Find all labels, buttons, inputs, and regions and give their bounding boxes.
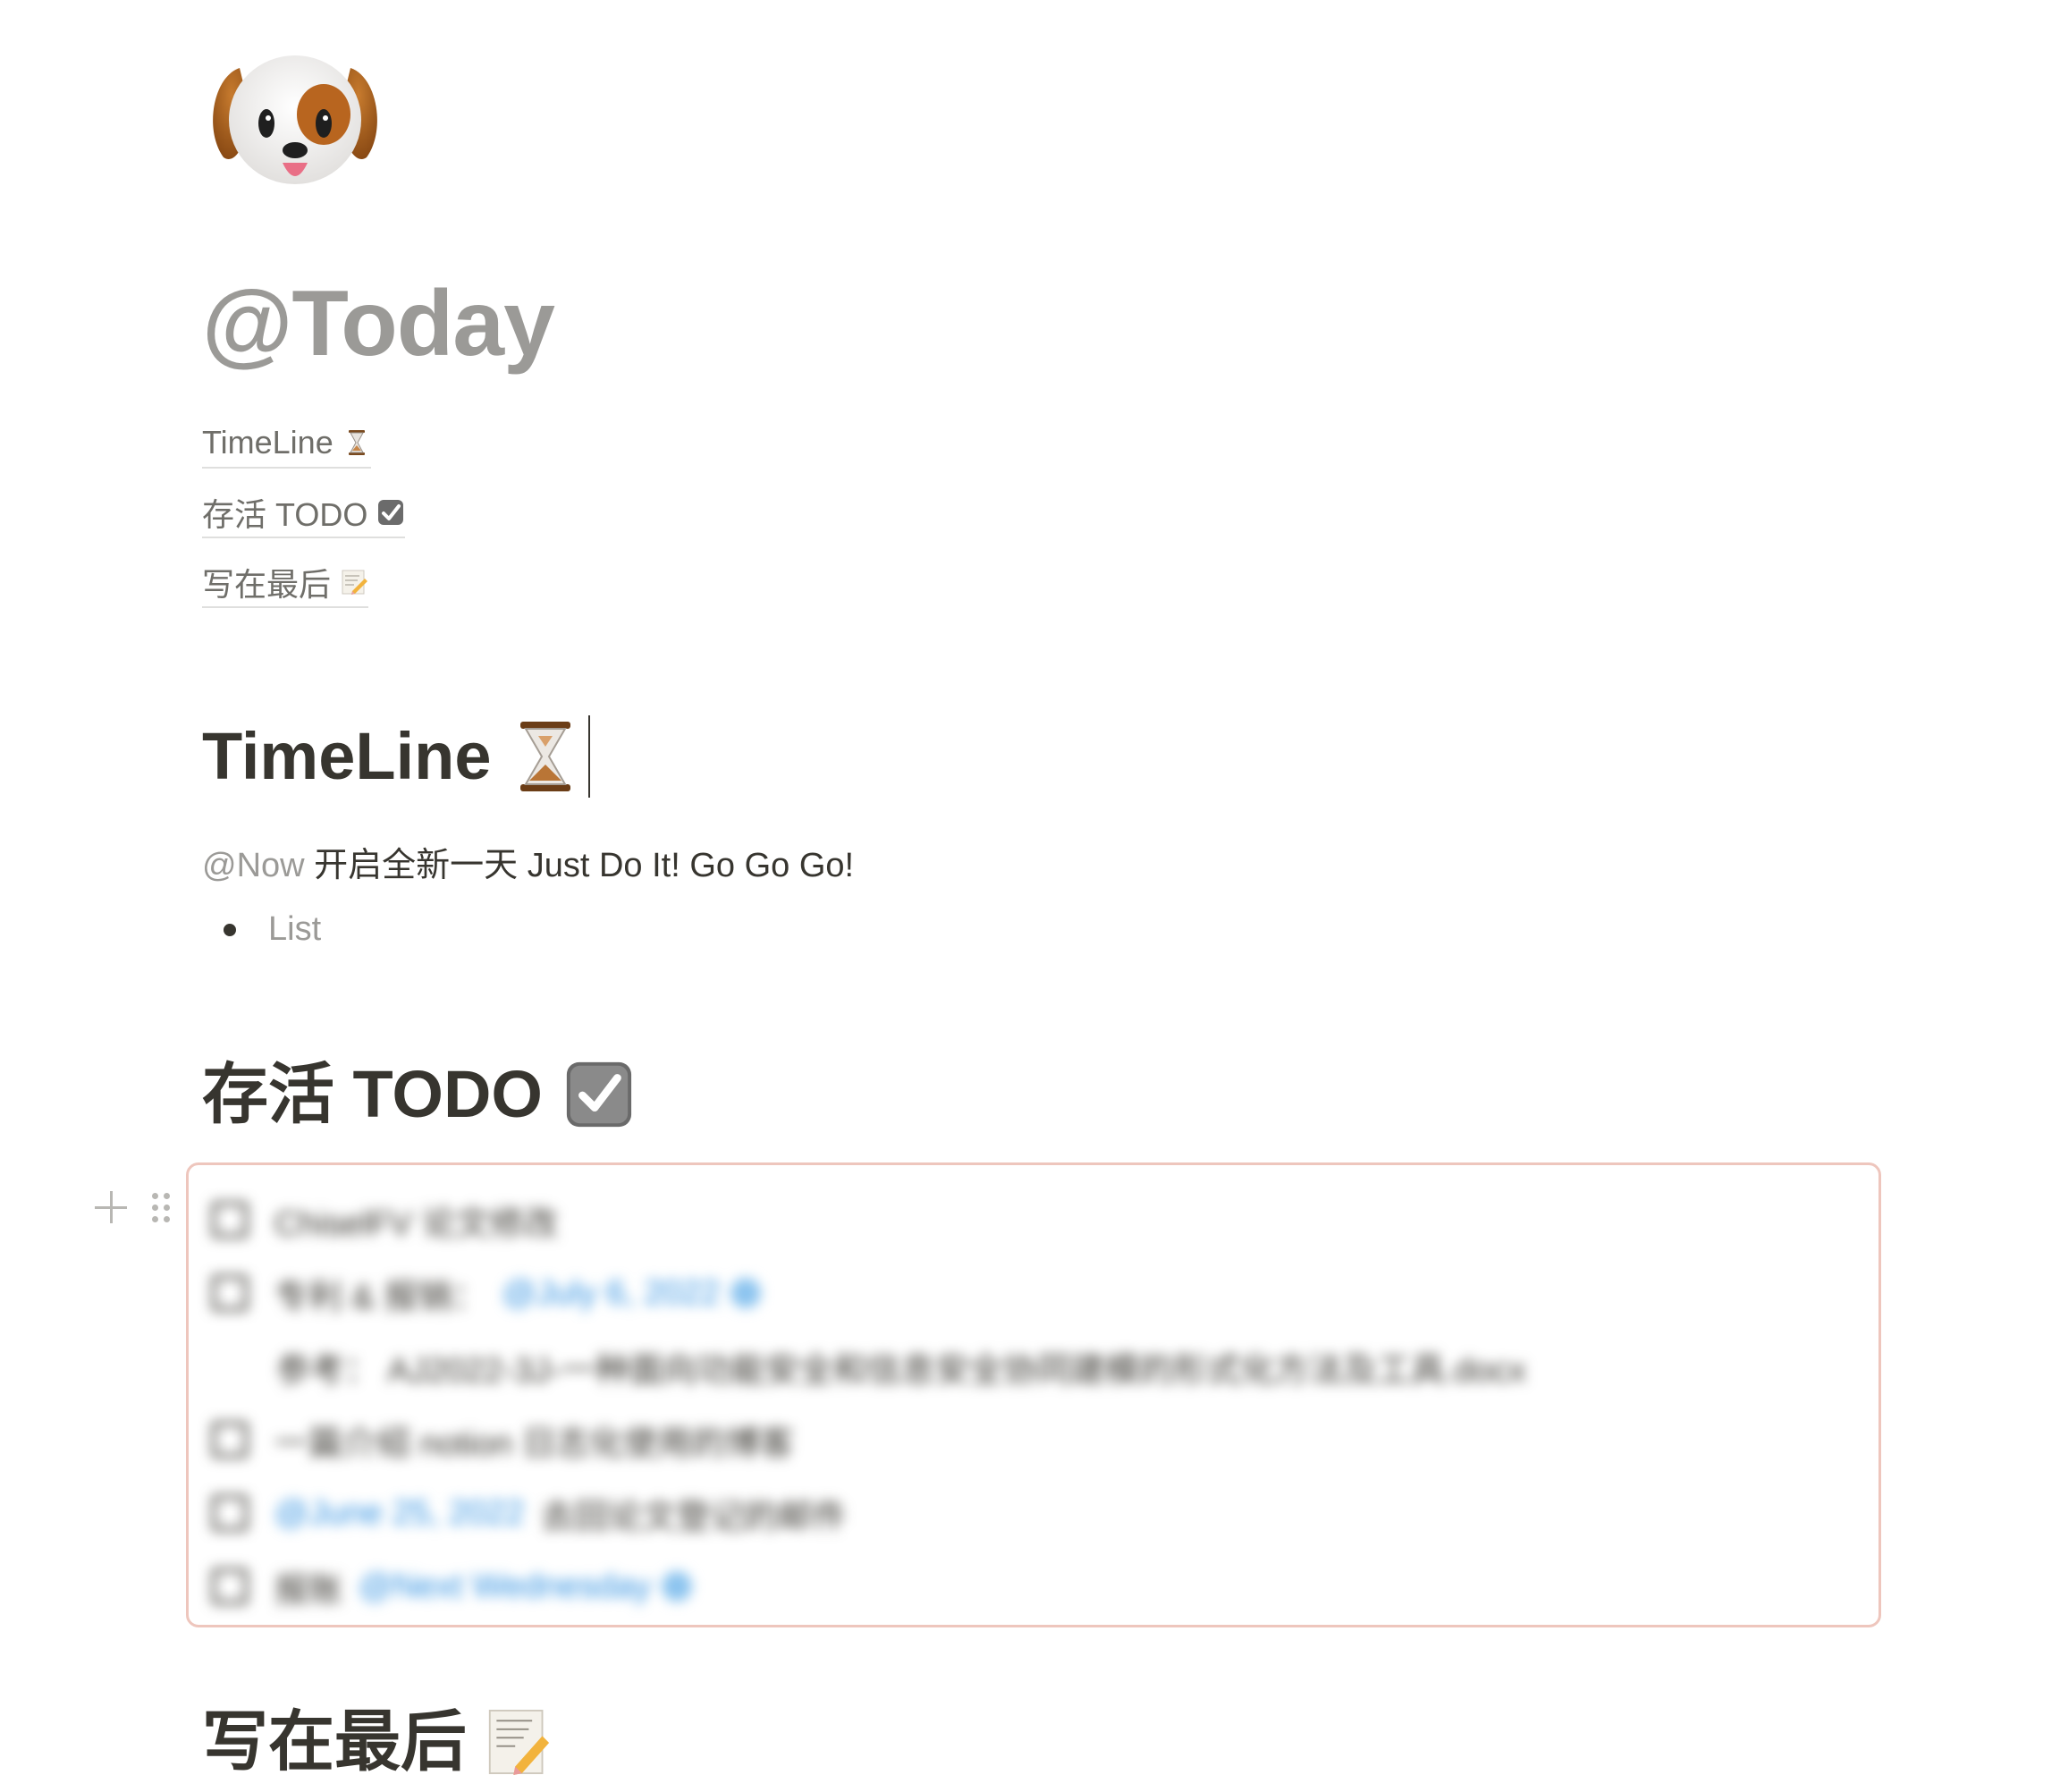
todo-note[interactable]: 参考： AJ2022-3J-一种面向功能安全和信息安全协同建模的形式化方法及工具… (212, 1330, 1861, 1403)
paragraph-text: 开启全新一天 Just Do It! Go Go Go! (304, 847, 855, 884)
heading-text: TimeLine (202, 718, 492, 793)
todo-item[interactable]: @June 25, 2022 去回论文登记的邮件 (212, 1476, 1861, 1550)
checkbox[interactable] (212, 1495, 248, 1531)
toc-link-label: 存活 TODO (202, 496, 368, 533)
hourglass-icon (519, 722, 570, 791)
todo-text: 参考： AJ2022-3J-一种面向功能安全和信息安全协同建模的形式化方法及工具… (276, 1351, 1526, 1390)
date-mention[interactable]: @July 6, 2022 (502, 1274, 720, 1313)
checkbox[interactable] (212, 1202, 248, 1238)
todo-text: 报账 (274, 1571, 343, 1610)
memo-icon (342, 570, 368, 595)
todo-item[interactable]: 报账 @Next Wednesday (212, 1550, 1861, 1623)
reminder-icon (662, 1571, 693, 1602)
list-item[interactable]: List (202, 910, 321, 949)
table-of-contents: TimeLine 存活 TODO 写在最后 (202, 420, 406, 630)
toc-link-timeline[interactable]: TimeLine (202, 420, 371, 469)
date-mention[interactable]: @Next Wednesday (359, 1568, 651, 1606)
text-cursor (587, 715, 590, 798)
todo-selection-box[interactable]: ChiselFV 论文修改 专利 & 报销： @July 6, 2022 参考：… (186, 1162, 1881, 1627)
todo-text: 去回论文登记的邮件 (540, 1498, 847, 1536)
heading-text: 写在最后 (202, 1704, 467, 1779)
todo-text: 专利 & 报销： (274, 1278, 486, 1316)
heading-todo[interactable]: 存活 TODO (202, 1055, 634, 1135)
todo-item[interactable]: 专利 & 报销： @July 6, 2022 (212, 1256, 1861, 1330)
block-handles (93, 1189, 170, 1225)
add-block-icon[interactable] (93, 1189, 129, 1225)
toc-link-label: 写在最后 (202, 566, 332, 603)
toc-link-label: TimeLine (202, 424, 333, 461)
hourglass-icon (348, 430, 365, 455)
checkbox[interactable] (212, 1422, 248, 1458)
now-mention[interactable]: @Now (202, 847, 305, 884)
memo-icon (488, 1710, 550, 1776)
bullet-icon (224, 923, 236, 936)
toc-link-closing[interactable]: 写在最后 (202, 560, 369, 608)
checkbox[interactable] (212, 1275, 248, 1311)
drag-handle-icon[interactable] (152, 1189, 170, 1225)
todo-text: 一篇介绍 notion 日志化使用的博客 (274, 1424, 794, 1463)
reminder-icon (730, 1278, 761, 1308)
heading-closing[interactable]: 写在最后 (202, 1703, 551, 1782)
check-box-icon (566, 1062, 632, 1128)
todo-text: ChiselFV 论文修改 (274, 1205, 558, 1243)
todo-item[interactable]: ChiselFV 论文修改 (212, 1183, 1861, 1256)
list-item-text: List (268, 910, 322, 948)
toc-link-todo[interactable]: 存活 TODO (202, 490, 406, 538)
timeline-paragraph[interactable]: @Now 开启全新一天 Just Do It! Go Go Go! (202, 837, 854, 886)
date-mention[interactable]: @June 25, 2022 (274, 1494, 524, 1533)
checkbox[interactable] (212, 1568, 248, 1604)
todo-list: ChiselFV 论文修改 专利 & 报销： @July 6, 2022 参考：… (212, 1183, 1861, 1623)
heading-timeline[interactable]: TimeLine (202, 715, 590, 798)
heading-text: 存活 TODO (202, 1057, 543, 1131)
check-box-icon (378, 500, 404, 525)
notion-page: @Today TimeLine 存活 TODO 写在最后 TimeLine @N… (0, 0, 2060, 1792)
todo-item[interactable]: 一篇介绍 notion 日志化使用的博客 (212, 1403, 1861, 1476)
page-title[interactable]: @Today (202, 268, 555, 380)
dog-face-icon[interactable] (204, 32, 386, 193)
